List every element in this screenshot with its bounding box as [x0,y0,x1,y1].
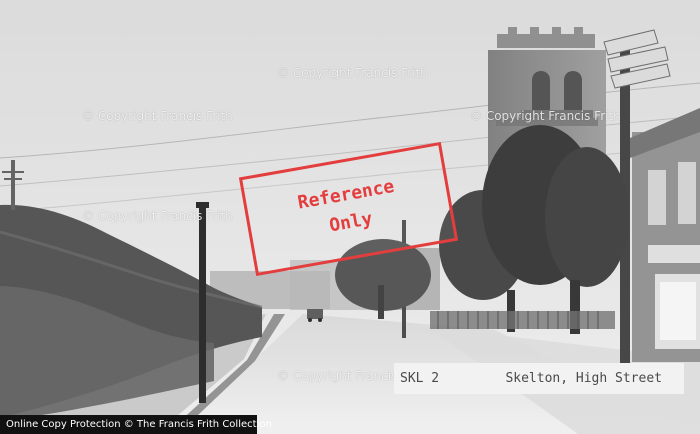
photo-code: SKL 2 [400,371,440,386]
photo-title: Skelton, High Street [505,371,662,386]
online-copy-protection-link[interactable]: Online Copy Protection © The Francis Fri… [0,415,272,434]
photo-frame: © Copyright Francis Frith © Copyright Fr… [0,0,700,434]
photo-caption: SKL 2 Skelton, High Street [394,363,684,394]
stamp-line: Only [327,208,375,237]
